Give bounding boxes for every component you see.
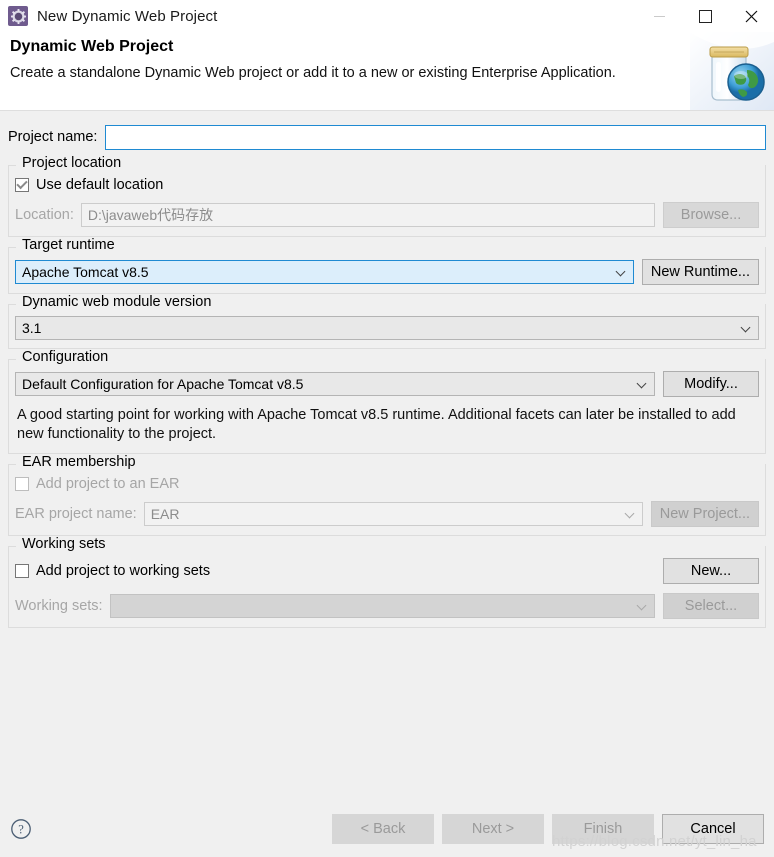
jar-with-globe-icon <box>690 32 774 110</box>
new-working-set-button[interactable]: New... <box>663 557 759 584</box>
working-sets-row: Working sets: Select... <box>15 592 759 619</box>
finish-button[interactable]: Finish <box>552 813 654 844</box>
footer-buttons: < Back Next > Finish Cancel <box>324 813 764 844</box>
configuration-combo[interactable]: Default Configuration for Apache Tomcat … <box>15 372 655 396</box>
next-button[interactable]: Next > <box>442 813 544 844</box>
add-to-ear-label: Add project to an EAR <box>36 475 180 492</box>
add-to-working-sets-checkbox[interactable] <box>15 563 29 578</box>
module-version-combo[interactable]: 3.1 <box>15 316 759 340</box>
chevron-down-icon <box>617 270 625 278</box>
working-sets-group-title: Working sets <box>18 535 110 552</box>
ear-membership-group-title: EAR membership <box>18 453 140 470</box>
add-to-ear-checkbox[interactable] <box>15 476 29 491</box>
chevron-down-icon <box>638 604 646 612</box>
use-default-location-row[interactable]: Use default location <box>15 177 759 193</box>
module-version-row: 3.1 <box>15 316 759 340</box>
target-runtime-group-title: Target runtime <box>18 237 119 253</box>
configuration-description: A good starting point for working with A… <box>17 407 736 443</box>
module-version-group-title: Dynamic web module version <box>18 294 216 310</box>
target-runtime-row: Apache Tomcat v8.5 New Runtime... <box>15 259 759 285</box>
use-default-location-checkbox[interactable] <box>15 178 29 192</box>
target-runtime-combo[interactable]: Apache Tomcat v8.5 <box>15 260 634 284</box>
ear-project-name-label: EAR project name: <box>15 505 137 522</box>
configuration-group: Configuration Default Configuration for … <box>8 349 766 454</box>
project-name-label: Project name: <box>8 129 98 145</box>
chevron-down-icon <box>742 326 750 334</box>
close-icon[interactable] <box>728 0 774 32</box>
project-name-row: Project name: <box>8 111 766 155</box>
add-to-ear-row[interactable]: Add project to an EAR <box>15 476 759 492</box>
minimize-icon[interactable] <box>636 0 682 32</box>
ear-membership-group: EAR membership Add project to an EAR EAR… <box>8 453 766 536</box>
help-icon[interactable]: ? <box>10 818 32 840</box>
project-location-group-title: Project location <box>18 155 126 171</box>
configuration-group-title: Configuration <box>18 349 113 365</box>
ear-project-name-row: EAR project name: EAR New Project... <box>15 500 759 527</box>
cancel-button[interactable]: Cancel <box>662 813 764 844</box>
new-runtime-button[interactable]: New Runtime... <box>641 259 759 285</box>
wizard-footer: ? < Back Next > Finish Cancel https://bl… <box>0 800 774 857</box>
svg-text:?: ? <box>18 822 24 836</box>
project-location-group: Project location Use default location Lo… <box>8 155 766 237</box>
maximize-icon[interactable] <box>682 0 728 32</box>
use-default-location-label: Use default location <box>36 177 164 193</box>
page-title: Dynamic Web Project <box>10 38 174 55</box>
working-sets-group: Working sets Add project to working sets… <box>8 535 766 628</box>
target-runtime-group: Target runtime Apache Tomcat v8.5 New Ru… <box>8 237 766 294</box>
wizard-body: Project name: Project location Use defau… <box>0 111 774 800</box>
ear-project-name-combo[interactable]: EAR <box>143 501 643 526</box>
back-button[interactable]: < Back <box>332 813 434 844</box>
location-label: Location: <box>15 207 74 223</box>
eclipse-wizard-icon <box>8 6 28 26</box>
project-name-input[interactable] <box>105 125 766 150</box>
browse-button[interactable]: Browse... <box>663 202 759 228</box>
modify-button[interactable]: Modify... <box>663 371 759 397</box>
chevron-down-icon <box>638 382 646 390</box>
add-to-working-sets-row: Add project to working sets New... <box>15 557 759 584</box>
title-bar: New Dynamic Web Project <box>0 0 774 32</box>
select-working-set-button[interactable]: Select... <box>663 592 759 619</box>
wizard-banner: Dynamic Web Project Create a standalone … <box>0 32 774 110</box>
module-version-group: Dynamic web module version 3.1 <box>8 294 766 349</box>
working-sets-combo[interactable] <box>109 593 655 618</box>
working-sets-label: Working sets: <box>15 597 103 614</box>
configuration-row: Default Configuration for Apache Tomcat … <box>15 371 759 397</box>
location-input: D:\javaweb代码存放 <box>80 203 655 227</box>
page-description: Create a standalone Dynamic Web project … <box>10 65 616 81</box>
window-title: New Dynamic Web Project <box>37 7 218 25</box>
location-row: Location: D:\javaweb代码存放 Browse... <box>15 202 759 228</box>
new-ear-project-button[interactable]: New Project... <box>650 500 759 527</box>
window-controls <box>636 0 774 32</box>
add-to-working-sets-label: Add project to working sets <box>36 562 211 579</box>
chevron-down-icon <box>626 512 634 520</box>
